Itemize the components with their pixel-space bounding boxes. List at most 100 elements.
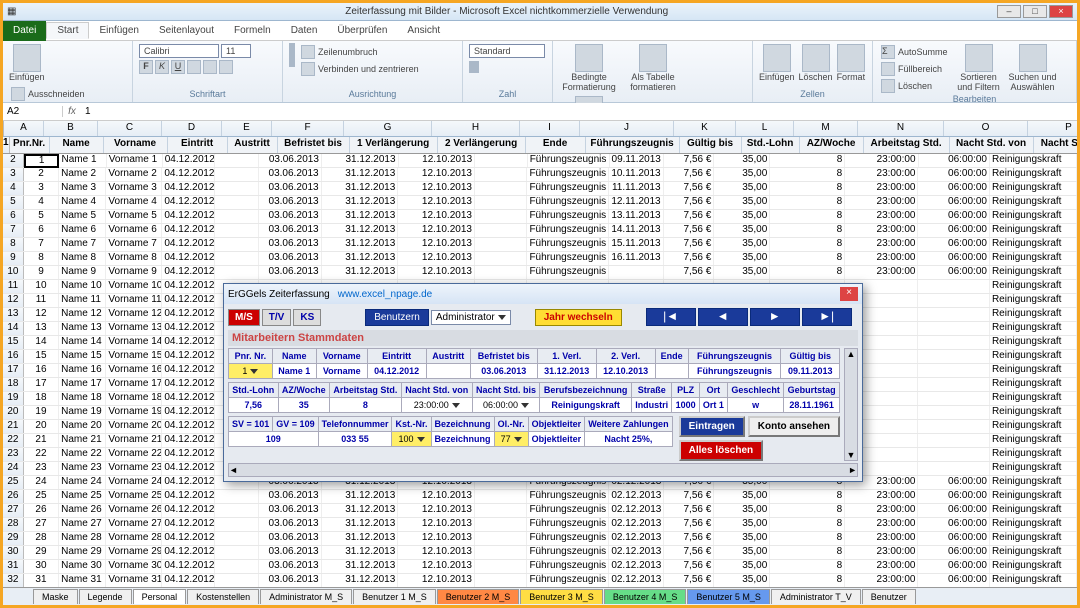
cell[interactable]: Vorname 14	[106, 336, 162, 349]
cell[interactable]: Führungszeugnis	[527, 168, 609, 181]
underline-icon[interactable]: U	[171, 60, 185, 74]
cell[interactable]: 35,00	[714, 168, 770, 181]
cell[interactable]: 03.06.2013	[259, 154, 322, 167]
cell[interactable]: 8	[770, 546, 845, 559]
cell[interactable]: 8	[770, 224, 845, 237]
clear-button[interactable]: Löschen	[879, 78, 950, 94]
cell[interactable]: Vorname 25	[106, 490, 162, 503]
cell[interactable]: Reinigungskraft	[990, 266, 1077, 279]
cell[interactable]: Reinigungskraft	[990, 350, 1077, 363]
col-header-A[interactable]: A	[4, 121, 44, 136]
sheet-tab[interactable]: Maske	[33, 589, 78, 604]
find-select-icon[interactable]	[1019, 44, 1047, 72]
cell[interactable]: 31.12.2013	[322, 224, 399, 237]
cell[interactable]: 09.11.2013	[610, 154, 664, 167]
field-header[interactable]: Pnr.Nr.	[10, 137, 50, 153]
cell[interactable]	[475, 196, 528, 209]
cell[interactable]	[215, 252, 259, 265]
nb-input[interactable]: 06:00:00	[472, 398, 540, 413]
cell[interactable]: 7,56 €	[664, 154, 715, 167]
cell[interactable]: 04.12.2012	[162, 294, 215, 307]
cell[interactable]: 04.12.2012	[162, 518, 215, 531]
sheet-tab[interactable]: Benutzer 2 M_S	[437, 589, 520, 604]
row-header[interactable]: 11	[3, 280, 24, 293]
cell[interactable]: 12.10.2013	[398, 224, 475, 237]
cell[interactable]: 8	[770, 154, 845, 167]
sheet-tab[interactable]: Legende	[79, 589, 132, 604]
cell[interactable]: 8	[770, 532, 845, 545]
sheet-tab-active[interactable]: Personal	[133, 589, 187, 604]
row-header[interactable]: 27	[3, 504, 24, 517]
col-header-I[interactable]: I	[520, 121, 580, 136]
cell[interactable]	[215, 518, 259, 531]
file-tab[interactable]: Datei	[3, 21, 46, 41]
row-header[interactable]: 10	[3, 266, 24, 279]
tab-layout[interactable]: Seitenlayout	[149, 23, 224, 38]
cell[interactable]: 23:00:00	[845, 196, 918, 209]
col-header-G[interactable]: G	[344, 121, 432, 136]
col-header-N[interactable]: N	[858, 121, 944, 136]
cell[interactable]: 4	[24, 196, 59, 209]
cell[interactable]: 11.11.2013	[609, 182, 663, 195]
row-header[interactable]: 25	[3, 476, 24, 489]
cell[interactable]: 7,56 €	[664, 196, 715, 209]
cell[interactable]: 23:00:00	[845, 252, 918, 265]
cell[interactable]	[475, 490, 528, 503]
row-header[interactable]: 5	[3, 196, 24, 209]
cell[interactable]: 23:00:00	[845, 490, 918, 503]
align-right-icon[interactable]	[293, 55, 295, 67]
cell[interactable]: 02.12.2013	[609, 574, 663, 587]
dec-decimal-icon[interactable]	[477, 61, 479, 73]
cell[interactable]: 03.06.2013	[259, 546, 322, 559]
font-size-combo[interactable]: 11	[221, 44, 251, 58]
cell[interactable]: Name 23	[59, 462, 106, 475]
cell[interactable]: Führungszeugnis	[527, 518, 609, 531]
ende-value[interactable]	[655, 364, 688, 379]
field-header[interactable]: Std.-Lohn	[742, 137, 800, 153]
cell[interactable]: Reinigungskraft	[990, 182, 1077, 195]
cell[interactable]: 8	[770, 490, 845, 503]
nav-last-button[interactable]: ►|	[802, 308, 852, 326]
cell[interactable]: 10	[24, 280, 59, 293]
cell[interactable]: 04.12.2012	[162, 350, 215, 363]
cell[interactable]: 23:00:00	[845, 154, 918, 167]
cell[interactable]	[215, 266, 259, 279]
field-header[interactable]: Austritt	[228, 137, 278, 153]
cell[interactable]: Reinigungskraft	[990, 322, 1077, 335]
format-cells-icon[interactable]	[837, 44, 865, 72]
nav-prev-button[interactable]: ◄	[698, 308, 748, 326]
cell[interactable]: 04.12.2012	[162, 490, 215, 503]
fx-icon[interactable]: fx	[63, 106, 81, 117]
cell[interactable]: Name 8	[59, 252, 106, 265]
row-header[interactable]: 17	[3, 364, 24, 377]
cell[interactable]: Name 5	[59, 210, 106, 223]
cell[interactable]	[215, 238, 259, 251]
cell[interactable]: 04.12.2012	[162, 364, 215, 377]
cell[interactable]: Name 29	[59, 546, 106, 559]
cell[interactable]: Vorname 10	[106, 280, 162, 293]
cell[interactable]: 23:00:00	[845, 266, 918, 279]
cell[interactable]: Reinigungskraft	[990, 420, 1077, 433]
cell[interactable]: Führungszeugnis	[527, 574, 609, 587]
cell[interactable]: Vorname 5	[106, 210, 162, 223]
cell[interactable]: 12.10.2013	[398, 560, 475, 573]
cell[interactable]: 15.11.2013	[609, 238, 663, 251]
cell[interactable]	[918, 462, 990, 475]
sheet-tab[interactable]: Benutzer 3 M_S	[520, 589, 603, 604]
cell[interactable]: 28	[24, 532, 59, 545]
cell[interactable]: 30	[24, 560, 59, 573]
cell[interactable]: 03.06.2013	[259, 252, 322, 265]
cell[interactable]	[475, 182, 528, 195]
cell[interactable]: 04.12.2012	[162, 308, 215, 321]
cell[interactable]: 04.12.2012	[162, 462, 215, 475]
cell[interactable]: 23:00:00	[845, 182, 918, 195]
row-header[interactable]: 6	[3, 210, 24, 223]
cell[interactable]: 31.12.2013	[322, 490, 399, 503]
cell[interactable]: Name 11	[59, 294, 106, 307]
cell[interactable]: 04.12.2012	[162, 210, 215, 223]
cell[interactable]: 04.12.2012	[162, 168, 215, 181]
cell[interactable]: 06:00:00	[918, 224, 990, 237]
cell[interactable]: 35,00	[714, 560, 770, 573]
row-header[interactable]: 32	[3, 574, 24, 587]
cell[interactable]	[918, 392, 990, 405]
